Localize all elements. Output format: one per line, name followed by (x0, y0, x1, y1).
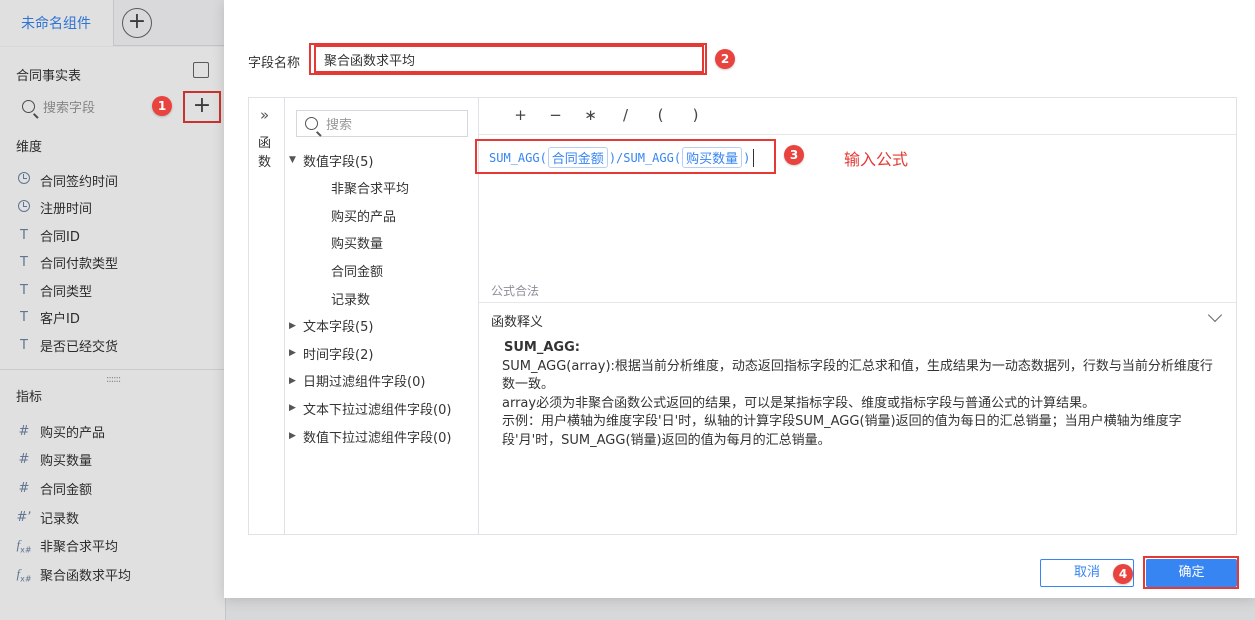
search-icon (305, 117, 318, 130)
callout-badge: 1 (152, 96, 172, 116)
explanation-divider (479, 302, 1236, 303)
operator-button[interactable]: / (608, 106, 643, 124)
explanation-line: 示例：用户横轴为维度字段'日'时，纵轴的计算字段SUM_AGG(销量)返回的值为… (502, 414, 1182, 448)
highlight-confirm (1143, 556, 1239, 589)
caret-down-icon[interactable]: ▼ (289, 155, 303, 165)
tree-search-input[interactable]: 搜索 (296, 110, 468, 137)
tree-field-item[interactable]: 合同金额 (331, 259, 383, 281)
tree-group[interactable]: ▶ 文本下拉过滤组件字段(0) (289, 397, 451, 419)
operator-toolbar: + − ∗ /() (503, 106, 713, 124)
tree-group-label: 文本字段(5) (303, 320, 374, 336)
tree-field-item[interactable]: 购买的产品 (331, 204, 396, 226)
operator-button[interactable]: ∗ (573, 106, 608, 124)
tree-field-item[interactable]: 记录数 (331, 287, 370, 309)
caret-right-icon[interactable]: ▶ (289, 321, 303, 331)
caret-right-icon[interactable]: ▶ (289, 431, 303, 441)
function-explanation-title[interactable]: 函数释义 (491, 311, 543, 330)
callout-badge: 4 (1113, 564, 1133, 584)
tree-group[interactable]: ▶ 数值下拉过滤组件字段(0) (289, 425, 451, 447)
explanation-line: array必须为非聚合函数公式返回的结果，可以是某指标字段、维度或指标字段与普通… (502, 395, 1096, 411)
highlight-formula (475, 139, 776, 174)
formula-field-dialog: 字段名称 » 函数 搜索 ▼数值字段(5) 非聚合求平均购买的产品购买数量合同金额… (224, 0, 1255, 598)
tree-group-label: 数值字段(5) (303, 154, 374, 170)
operator-button[interactable]: − (538, 106, 573, 124)
tree-group-label: 时间字段(2) (303, 347, 374, 363)
callout-badge: 3 (784, 145, 804, 165)
operator-button[interactable]: + (503, 106, 538, 124)
operator-button[interactable]: ) (678, 106, 713, 124)
functions-tab-label: 函数 (258, 136, 272, 170)
tree-field-item[interactable]: 非聚合求平均 (331, 177, 409, 199)
collapse-chevron-icon[interactable] (1207, 307, 1223, 323)
expand-functions-icon[interactable]: » (260, 106, 269, 124)
caret-right-icon[interactable]: ▶ (289, 376, 303, 386)
tree-group[interactable]: ▶ 文本字段(5) (289, 315, 373, 337)
field-tree: 搜索 ▼ 数值字段(5) 非聚合求平均 购买的产品 购买数量 合同金额 记录数 ▶ 文本字段(5… (285, 98, 479, 534)
tree-group-label: 文本下拉过滤组件字段(0) (303, 402, 452, 418)
explanation-line: SUM_AGG(array):根据当前分析维度，动态返回指标字段的汇总求和值，生… (502, 358, 1213, 393)
tree-group[interactable]: ▼ 数值字段(5) (289, 149, 373, 171)
annotation-enter-formula: 输入公式 (844, 150, 909, 169)
tree-search-placeholder: 搜索 (326, 118, 353, 133)
caret-right-icon[interactable]: ▶ (289, 403, 303, 413)
formula-validity-status: 公式合法 (491, 284, 540, 298)
functions-tab[interactable]: » 函数 (249, 98, 285, 534)
caret-right-icon[interactable]: ▶ (289, 348, 303, 358)
tree-group[interactable]: ▶ 时间字段(2) (289, 342, 373, 364)
explanation-heading: SUM_AGG: (504, 340, 580, 355)
tree-field-item[interactable]: 购买数量 (331, 232, 383, 254)
callout-badge: 2 (715, 49, 735, 69)
tree-group[interactable]: ▶ 日期过滤组件字段(0) (289, 370, 425, 392)
operator-button[interactable]: ( (643, 106, 678, 124)
field-name-label: 字段名称 (248, 56, 301, 71)
toolbar-divider (479, 134, 1236, 135)
function-explanation: SUM_AGG: SUM_AGG(array):根据当前分析维度，动态返回指标字… (502, 339, 1220, 450)
tree-group-label: 数值下拉过滤组件字段(0) (303, 430, 452, 446)
tree-group-label: 日期过滤组件字段(0) (303, 375, 426, 391)
highlight-field-name (309, 43, 707, 75)
